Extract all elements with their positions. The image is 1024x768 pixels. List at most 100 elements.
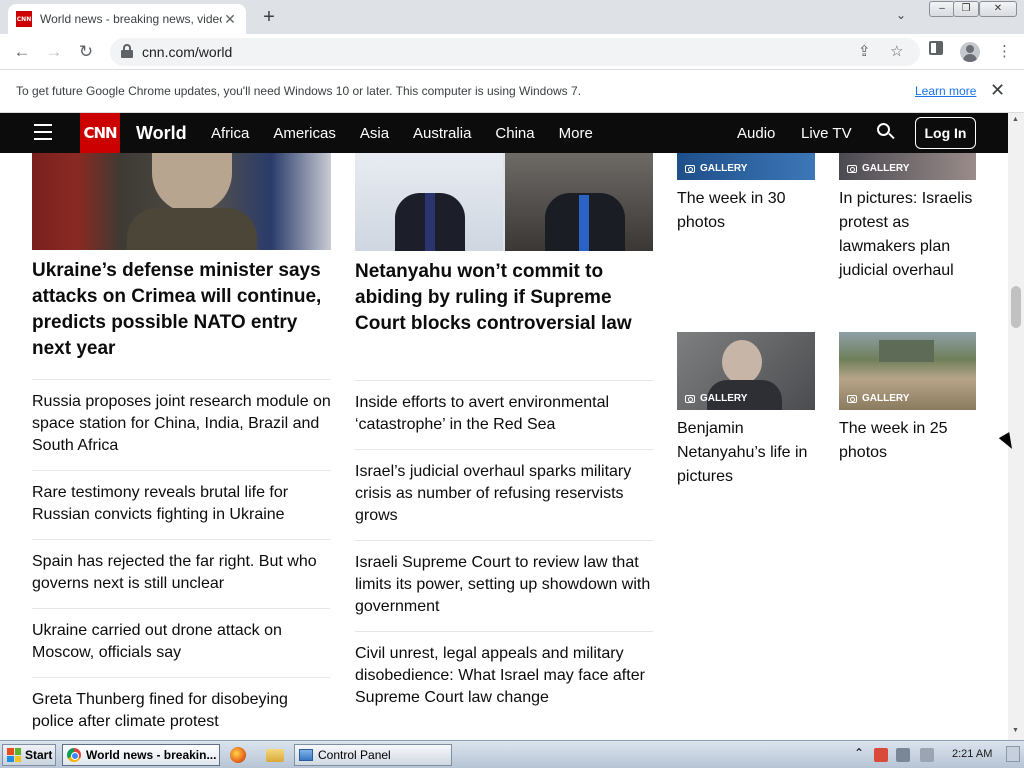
left-story-5[interactable]: Greta Thunberg fined for disobeying poli…: [32, 689, 331, 733]
nav-audio[interactable]: Audio: [737, 125, 775, 142]
ukraine-minister-photo[interactable]: [32, 153, 331, 250]
page-scrollbar[interactable]: ▲ ▼: [1008, 113, 1024, 740]
close-window-button[interactable]: ✕: [979, 1, 1017, 17]
system-tray: ⌃ 2:21 AM: [850, 744, 1022, 766]
update-infobar: To get future Google Chrome updates, you…: [0, 71, 1024, 113]
show-hidden-icons-chevron-icon[interactable]: ⌃: [854, 746, 864, 760]
action-center-flag-icon[interactable]: [874, 748, 888, 762]
bookmark-star-icon[interactable]: ☆: [890, 42, 903, 60]
tab-strip: CNN World news - breaking news, video, h…: [0, 0, 1024, 34]
windows-taskbar: Start World news - breakin... Control Pa…: [0, 740, 1024, 768]
gallery-title-2[interactable]: In pictures: Israelis protest as lawmake…: [839, 187, 976, 283]
taskbar-control-panel[interactable]: Control Panel: [294, 744, 452, 766]
divider: [355, 449, 653, 450]
tab-title: World news - breaking news, video, headl…: [40, 12, 222, 26]
divider: [32, 379, 330, 380]
login-button[interactable]: Log In: [915, 117, 976, 149]
divider: [32, 470, 330, 471]
middle-story-3[interactable]: Israeli Supreme Court to review law that…: [355, 552, 653, 618]
divider: [355, 380, 653, 381]
divider: [32, 677, 330, 678]
scroll-up-arrow-icon[interactable]: ▲: [1012, 116, 1019, 123]
learn-more-link[interactable]: Learn more: [915, 84, 976, 98]
new-tab-plus-icon[interactable]: +: [258, 6, 280, 28]
gallery-title-4[interactable]: The week in 25 photos: [839, 417, 976, 465]
gallery-tag: GALLERY: [847, 163, 909, 174]
volume-icon[interactable]: [920, 748, 934, 762]
divider: [355, 631, 653, 632]
taskbar-clock[interactable]: 2:21 AM: [952, 748, 992, 760]
camera-icon: [847, 394, 857, 403]
scrollbar-thumb[interactable]: [1011, 286, 1021, 328]
show-desktop-button[interactable]: [1006, 746, 1020, 762]
windows-logo-icon: [7, 748, 21, 762]
gallery-image-2[interactable]: GALLERY: [839, 153, 976, 180]
menu-kebab-icon[interactable]: ⋮: [997, 42, 1012, 60]
gallery-image-1[interactable]: GALLERY: [677, 153, 815, 180]
gallery-tag: GALLERY: [685, 163, 747, 174]
profile-avatar-icon[interactable]: [960, 42, 980, 62]
tab-search-chevron-icon[interactable]: ⌄: [896, 8, 906, 22]
cnn-favicon-icon: CNN: [16, 11, 32, 27]
chrome-icon: [67, 748, 81, 762]
divider: [32, 608, 330, 609]
minimize-window-button[interactable]: –: [929, 1, 955, 17]
address-bar[interactable]: cnn.com/world ⇪ ☆: [110, 38, 920, 66]
infobar-close-icon[interactable]: ✕: [990, 80, 1005, 101]
gallery-title-1[interactable]: The week in 30 photos: [677, 187, 815, 235]
browser-toolbar: ← → ↻ cnn.com/world ⇪ ☆ ⋮: [0, 34, 1024, 70]
left-lead-headline[interactable]: Ukraine’s defense minister says attacks …: [32, 258, 331, 362]
network-icon[interactable]: [896, 748, 910, 762]
start-button[interactable]: Start: [2, 744, 56, 766]
middle-story-2[interactable]: Israel’s judicial overhaul sparks milita…: [355, 461, 653, 527]
nav-link-australia[interactable]: Australia: [413, 125, 471, 142]
cnn-nav-bar: CNN World Africa Americas Asia Australia…: [0, 113, 1008, 153]
camera-icon: [847, 164, 857, 173]
middle-story-1[interactable]: Inside efforts to avert environmental ‘c…: [355, 392, 653, 436]
camera-icon: [685, 394, 695, 403]
lock-icon[interactable]: [121, 44, 133, 58]
tab-close-icon[interactable]: ✕: [222, 11, 238, 28]
infobar-message: To get future Google Chrome updates, you…: [16, 84, 582, 98]
side-panel-icon[interactable]: [929, 41, 943, 55]
scroll-down-arrow-icon[interactable]: ▼: [1012, 727, 1019, 734]
gallery-image-4[interactable]: GALLERY: [839, 332, 976, 410]
left-story-1[interactable]: Russia proposes joint research module on…: [32, 391, 331, 457]
search-icon[interactable]: [877, 123, 895, 141]
forward-arrow-icon[interactable]: →: [42, 40, 66, 64]
reload-icon[interactable]: ↻: [74, 40, 98, 64]
divider: [32, 539, 330, 540]
gallery-tag: GALLERY: [847, 393, 909, 404]
nav-links: Africa Americas Asia Australia China Mor…: [211, 125, 617, 142]
gallery-tag: GALLERY: [685, 393, 747, 404]
divider: [355, 540, 653, 541]
cnn-logo[interactable]: CNN: [80, 113, 120, 153]
url-text[interactable]: cnn.com/world: [142, 44, 232, 60]
middle-lead-headline[interactable]: Netanyahu won’t commit to abiding by rul…: [355, 259, 645, 337]
middle-story-4[interactable]: Civil unrest, legal appeals and military…: [355, 643, 653, 709]
left-story-2[interactable]: Rare testimony reveals brutal life for R…: [32, 482, 331, 526]
gallery-image-3[interactable]: GALLERY: [677, 332, 815, 410]
firefox-icon[interactable]: [230, 747, 246, 763]
left-story-4[interactable]: Ukraine carried out drone attack on Mosc…: [32, 620, 331, 664]
gallery-title-3[interactable]: Benjamin Netanyahu’s life in pictures: [677, 417, 815, 489]
taskbar-chrome-window[interactable]: World news - breakin...: [62, 744, 220, 766]
left-story-3[interactable]: Spain has rejected the far right. But wh…: [32, 551, 331, 595]
back-arrow-icon[interactable]: ←: [10, 40, 34, 64]
camera-icon: [685, 164, 695, 173]
nav-link-asia[interactable]: Asia: [360, 125, 389, 142]
nav-link-china[interactable]: China: [495, 125, 534, 142]
nav-live-tv[interactable]: Live TV: [801, 125, 852, 142]
nav-link-more[interactable]: More: [559, 125, 593, 142]
share-icon[interactable]: ⇪: [858, 42, 871, 60]
browser-tab-active[interactable]: CNN World news - breaking news, video, h…: [8, 4, 246, 34]
section-title-world[interactable]: World: [136, 123, 187, 144]
folder-icon[interactable]: [266, 749, 284, 762]
control-panel-icon: [299, 749, 313, 761]
nav-link-americas[interactable]: Americas: [273, 125, 336, 142]
hamburger-menu-icon[interactable]: [34, 124, 52, 140]
nav-link-africa[interactable]: Africa: [211, 125, 249, 142]
restore-window-button[interactable]: ❐: [953, 1, 979, 17]
page-viewport: Ukraine’s defense minister says attacks …: [0, 113, 1024, 740]
netanyahu-photo[interactable]: [355, 153, 653, 251]
